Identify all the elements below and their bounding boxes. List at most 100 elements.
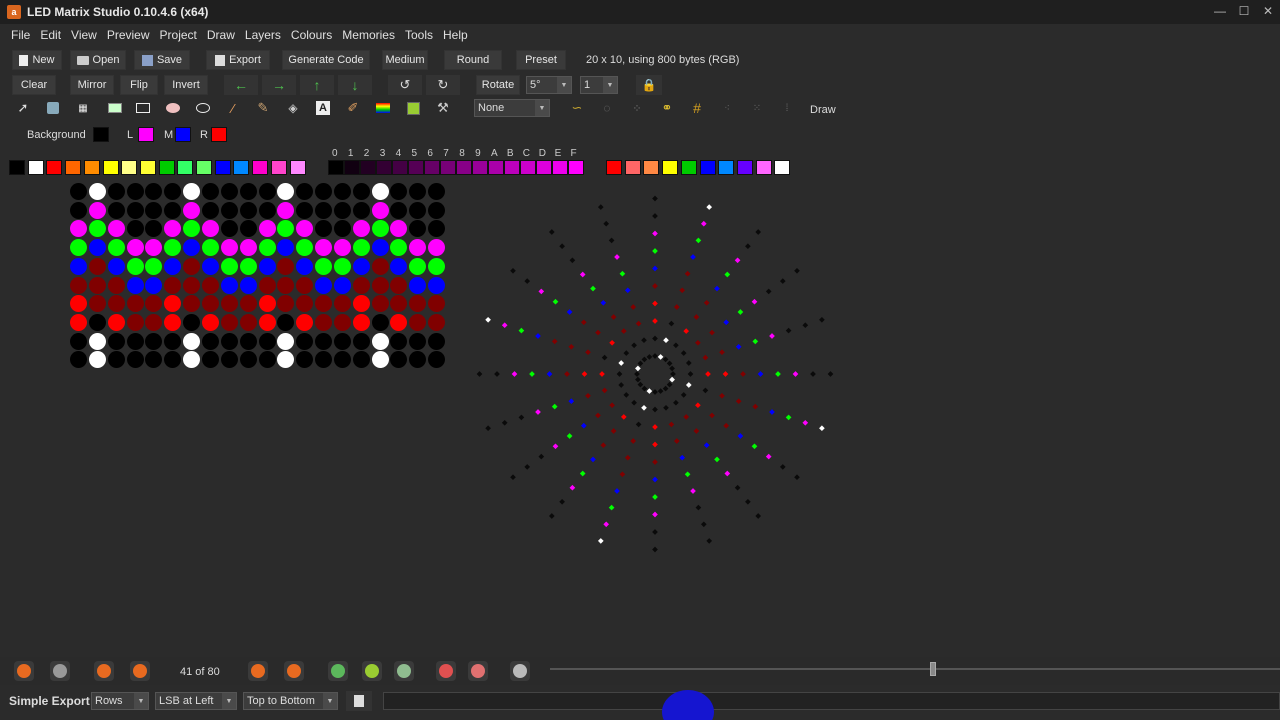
led-pixel[interactable] xyxy=(333,201,351,219)
led-pixel[interactable] xyxy=(390,183,408,200)
led-pixel[interactable] xyxy=(126,276,144,294)
led-pixel[interactable] xyxy=(126,220,144,238)
led-pixel[interactable] xyxy=(390,295,408,313)
led-pixel[interactable] xyxy=(183,183,201,200)
led-pixel[interactable] xyxy=(296,220,314,238)
led-pixel[interactable] xyxy=(88,183,106,200)
led-pixel[interactable] xyxy=(88,220,106,238)
led-pixel[interactable] xyxy=(183,201,201,219)
led-pixel[interactable] xyxy=(126,201,144,219)
led-pixel[interactable] xyxy=(183,332,201,350)
led-pixel[interactable] xyxy=(70,351,87,369)
led-pixel[interactable] xyxy=(258,295,276,313)
led-pixel[interactable] xyxy=(220,313,238,331)
palette-shade-swatch[interactable] xyxy=(536,160,552,175)
palette-colour-swatch[interactable] xyxy=(662,160,679,175)
frame-slider-track[interactable] xyxy=(550,668,1280,670)
palette-shade-swatch[interactable] xyxy=(376,160,392,175)
open-button[interactable]: Open xyxy=(70,50,126,70)
multi-draw-tool-button[interactable]: ▦ xyxy=(72,98,94,118)
led-pixel[interactable] xyxy=(183,220,201,238)
palette-shade-swatch[interactable] xyxy=(424,160,440,175)
ellipse-tool-button[interactable] xyxy=(192,98,214,118)
led-pixel[interactable] xyxy=(183,351,201,369)
palette-colour-swatch[interactable] xyxy=(233,160,250,175)
scroll-down-button[interactable]: ↓ xyxy=(338,75,372,95)
fill-tool-button[interactable]: ◈ xyxy=(282,98,304,118)
palette-colour-swatch[interactable] xyxy=(606,160,622,175)
pattern-3-button[interactable]: ⁞ xyxy=(776,98,798,118)
led-pixel[interactable] xyxy=(333,220,351,238)
led-pixel[interactable] xyxy=(409,201,427,219)
led-pixel[interactable] xyxy=(258,351,276,369)
led-pixel[interactable] xyxy=(315,183,333,200)
rotate-angle-select[interactable]: 5° ▼ xyxy=(526,76,572,94)
led-pixel[interactable] xyxy=(183,295,201,313)
led-pixel[interactable] xyxy=(145,295,163,313)
menu-colours[interactable]: Colours xyxy=(286,28,337,42)
center-dots-tool-button[interactable]: ⁘ xyxy=(626,98,648,118)
led-pixel[interactable] xyxy=(390,257,408,275)
play-button[interactable] xyxy=(14,661,34,681)
led-pixel[interactable] xyxy=(352,257,370,275)
led-pixel[interactable] xyxy=(352,351,370,369)
led-pixel[interactable] xyxy=(428,313,446,331)
led-pixel[interactable] xyxy=(428,332,446,350)
palette-colour-swatch[interactable] xyxy=(643,160,660,175)
led-pixel[interactable] xyxy=(126,239,144,257)
led-pixel[interactable] xyxy=(428,257,446,275)
led-pixel[interactable] xyxy=(164,257,182,275)
led-pixel[interactable] xyxy=(371,220,389,238)
menu-draw[interactable]: Draw xyxy=(202,28,240,42)
add-frame-copy-button[interactable] xyxy=(362,661,382,681)
delete-frame-button[interactable] xyxy=(436,661,456,681)
led-pixel[interactable] xyxy=(70,313,87,331)
palette-colour-swatch[interactable] xyxy=(83,160,100,175)
palette-colour-swatch[interactable] xyxy=(27,160,44,175)
menu-project[interactable]: Project xyxy=(155,28,202,42)
led-pixel[interactable] xyxy=(333,183,351,200)
led-pixel[interactable] xyxy=(371,257,389,275)
led-pixel[interactable] xyxy=(164,201,182,219)
save-button[interactable]: Save xyxy=(134,50,190,70)
led-pixel[interactable] xyxy=(428,239,446,257)
led-pixel[interactable] xyxy=(296,183,314,200)
led-pixel[interactable] xyxy=(277,201,295,219)
led-pixel[interactable] xyxy=(239,276,257,294)
palette-colour-swatch[interactable] xyxy=(755,160,772,175)
led-pixel[interactable] xyxy=(390,220,408,238)
scroll-left-button[interactable]: ← xyxy=(224,75,258,95)
led-pixel[interactable] xyxy=(107,183,125,200)
led-pixel[interactable] xyxy=(70,257,87,275)
led-pixel[interactable] xyxy=(201,220,219,238)
led-pixel[interactable] xyxy=(88,239,106,257)
led-pixel[interactable] xyxy=(164,276,182,294)
led-pixel[interactable] xyxy=(70,295,87,313)
led-pixel[interactable] xyxy=(296,295,314,313)
led-pixel[interactable] xyxy=(126,295,144,313)
palette-colour-swatch[interactable] xyxy=(158,160,175,175)
background-colour-swatch[interactable] xyxy=(93,127,109,142)
led-pixel[interactable] xyxy=(201,239,219,257)
led-pixel[interactable] xyxy=(352,201,370,219)
led-pixel[interactable] xyxy=(390,201,408,219)
led-pixel[interactable] xyxy=(333,295,351,313)
led-pixel[interactable] xyxy=(277,183,295,200)
brush-tool-button[interactable]: ✎ xyxy=(252,98,274,118)
menu-memories[interactable]: Memories xyxy=(337,28,400,42)
add-frame-button[interactable] xyxy=(328,661,348,681)
palette-colour-swatch[interactable] xyxy=(270,160,287,175)
led-pixel[interactable] xyxy=(88,201,106,219)
rect-tool-button[interactable] xyxy=(132,98,154,118)
palette-colour-swatch[interactable] xyxy=(177,160,194,175)
led-pixel[interactable] xyxy=(107,313,125,331)
last-frame-button[interactable] xyxy=(284,661,304,681)
mirror-button[interactable]: Mirror xyxy=(70,75,114,95)
led-pixel[interactable] xyxy=(88,276,106,294)
gradient-option-select[interactable]: None ▼ xyxy=(474,99,550,117)
led-pixel[interactable] xyxy=(277,220,295,238)
next-frame-button[interactable] xyxy=(248,661,268,681)
led-pixel[interactable] xyxy=(258,220,276,238)
led-pixel[interactable] xyxy=(164,183,182,200)
stop-button[interactable] xyxy=(50,661,70,681)
